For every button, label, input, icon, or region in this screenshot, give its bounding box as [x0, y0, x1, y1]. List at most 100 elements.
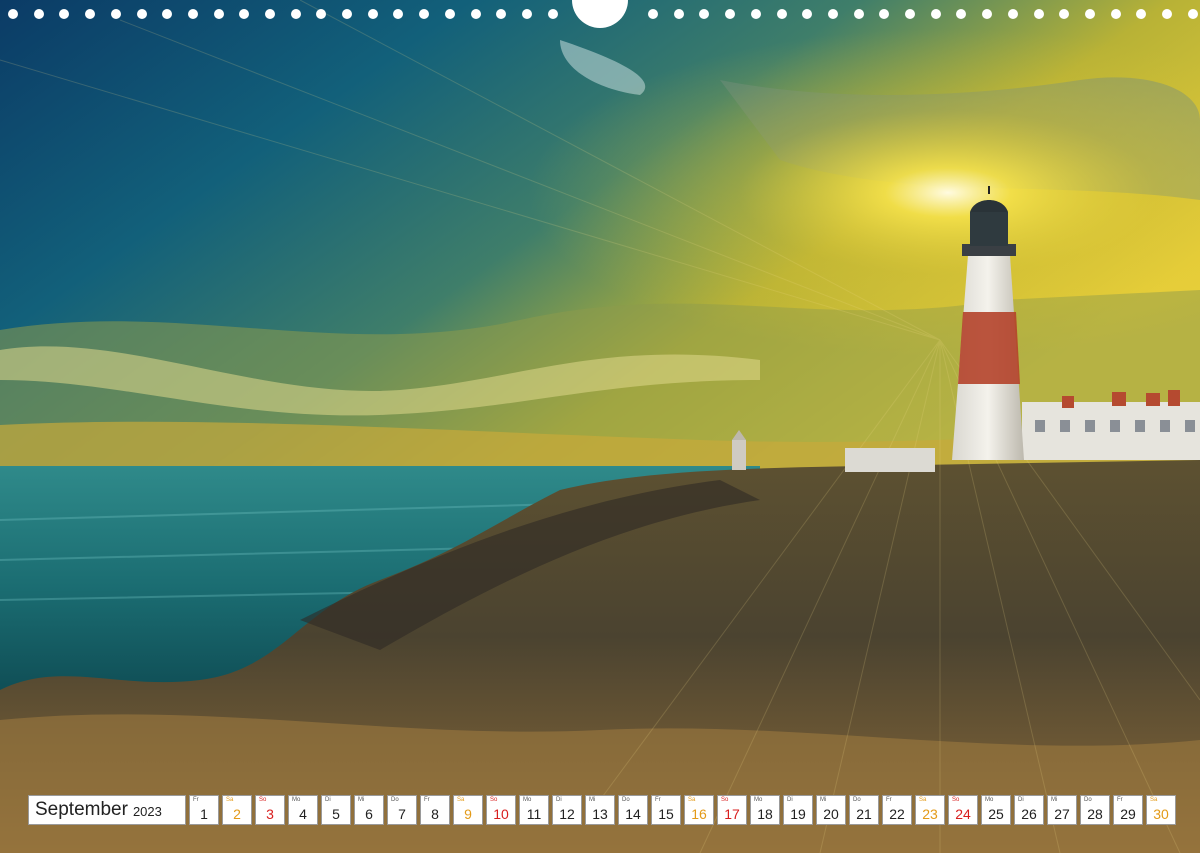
day-number: 24 [955, 806, 971, 822]
day-number: 26 [1021, 806, 1037, 822]
binding-hole-icon [725, 9, 735, 19]
day-number: 11 [526, 806, 542, 822]
day-cell-29: Fr 29 [1113, 795, 1143, 825]
day-number: 13 [592, 806, 608, 822]
weekday-abbr: Sa [688, 797, 696, 803]
calendar-strip: September 2023 Fr 1 Sa 2 So 3 Mo 4 Di 5 Mi 6 Do 7 Fr 8 S… [28, 795, 1176, 825]
binding-hole-icon [137, 9, 147, 19]
day-number: 12 [559, 806, 575, 822]
binding-hole-icon [1085, 9, 1095, 19]
weekday-abbr: Mi [589, 797, 596, 803]
binding-hole-icon [1162, 9, 1172, 19]
day-cell-13: Mi 13 [585, 795, 615, 825]
day-number: 17 [724, 806, 740, 822]
binding-hole-icon [854, 9, 864, 19]
binding-hole-icon [471, 9, 481, 19]
weekday-abbr: Fr [193, 797, 199, 803]
weekday-abbr: Fr [886, 797, 892, 803]
day-number: 15 [658, 806, 674, 822]
day-number: 29 [1120, 806, 1136, 822]
day-cell-28: Do 28 [1080, 795, 1110, 825]
weekday-abbr: Mi [820, 797, 827, 803]
day-cell-4: Mo 4 [288, 795, 318, 825]
day-number: 27 [1054, 806, 1070, 822]
weekday-abbr: Mo [985, 797, 994, 803]
day-cell-21: Do 21 [849, 795, 879, 825]
binding-hole-icon [548, 9, 558, 19]
day-cell-19: Di 19 [783, 795, 813, 825]
binding-hole-icon [905, 9, 915, 19]
weekday-abbr: So [952, 797, 960, 803]
day-cell-20: Mi 20 [816, 795, 846, 825]
day-number: 8 [431, 806, 439, 822]
weekday-abbr: Do [391, 797, 399, 803]
day-cell-11: Mo 11 [519, 795, 549, 825]
binding-hole-icon [291, 9, 301, 19]
day-number: 2 [233, 806, 241, 822]
day-cell-5: Di 5 [321, 795, 351, 825]
day-number: 7 [398, 806, 406, 822]
day-cell-2: Sa 2 [222, 795, 252, 825]
weekday-abbr: Fr [424, 797, 430, 803]
binding-hole-icon [777, 9, 787, 19]
month-label-box: September 2023 [28, 795, 186, 825]
binding-hole-icon [34, 9, 44, 19]
day-cell-8: Fr 8 [420, 795, 450, 825]
binding-hole-icon [1059, 9, 1069, 19]
binding-hole-icon [368, 9, 378, 19]
binding-hole-icon [648, 9, 658, 19]
day-number: 20 [823, 806, 839, 822]
binding-hole-icon [931, 9, 941, 19]
weekday-abbr: So [490, 797, 498, 803]
weekday-abbr: So [721, 797, 729, 803]
day-cell-6: Mi 6 [354, 795, 384, 825]
weekday-abbr: Do [1084, 797, 1092, 803]
day-cell-17: So 17 [717, 795, 747, 825]
day-cell-25: Mo 25 [981, 795, 1011, 825]
weekday-abbr: Di [325, 797, 331, 803]
day-number: 25 [988, 806, 1004, 822]
month-name: September [35, 799, 128, 820]
day-number: 1 [200, 806, 208, 822]
binding-hole-icon [699, 9, 709, 19]
binding-hole-icon [496, 9, 506, 19]
day-cell-1: Fr 1 [189, 795, 219, 825]
binding-hole-icon [982, 9, 992, 19]
day-cell-10: So 10 [486, 795, 516, 825]
year-label: 2023 [132, 804, 162, 819]
day-cell-16: Sa 16 [684, 795, 714, 825]
binding-hole-icon [674, 9, 684, 19]
binding-hole-icon [445, 9, 455, 19]
binding-hole-icon [1034, 9, 1044, 19]
binding-hole-icon [1136, 9, 1146, 19]
binding-hole-icon [1188, 9, 1198, 19]
day-number: 22 [889, 806, 905, 822]
weekday-abbr: Sa [1150, 797, 1158, 803]
binding-hole-icon [1008, 9, 1018, 19]
day-cell-23: Sa 23 [915, 795, 945, 825]
day-number: 6 [365, 806, 373, 822]
day-number: 4 [299, 806, 307, 822]
weekday-abbr: So [259, 797, 267, 803]
day-number: 21 [856, 806, 872, 822]
day-number: 3 [266, 806, 274, 822]
weekday-abbr: Sa [226, 797, 234, 803]
weekday-abbr: Sa [457, 797, 465, 803]
binding-hole-icon [59, 9, 69, 19]
binding-hole-icon [828, 9, 838, 19]
weekday-abbr: Fr [655, 797, 661, 803]
binding-hole-icon [522, 9, 532, 19]
day-number: 28 [1087, 806, 1103, 822]
day-cell-18: Mo 18 [750, 795, 780, 825]
day-cell-14: Do 14 [618, 795, 648, 825]
day-number: 19 [790, 806, 806, 822]
binding-hole-icon [85, 9, 95, 19]
day-cell-9: Sa 9 [453, 795, 483, 825]
weekday-abbr: Mi [358, 797, 365, 803]
weekday-abbr: Fr [1117, 797, 1123, 803]
binding-hole-icon [316, 9, 326, 19]
weekday-abbr: Di [556, 797, 562, 803]
binding-hole-icon [239, 9, 249, 19]
weekday-abbr: Do [853, 797, 861, 803]
binding-hole-icon [393, 9, 403, 19]
